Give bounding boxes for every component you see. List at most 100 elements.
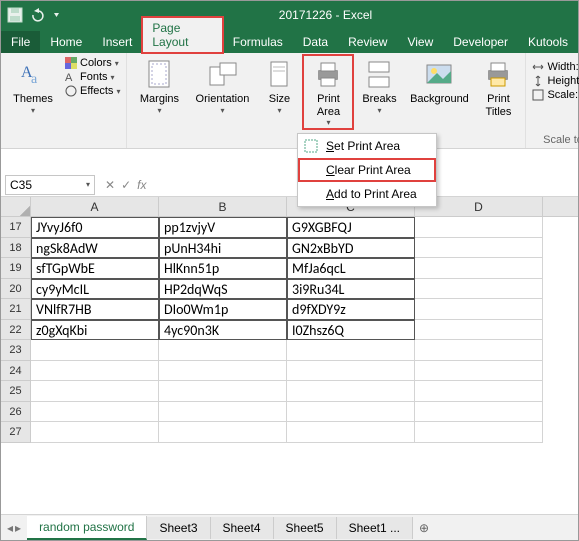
tab-formulas[interactable]: Formulas <box>223 31 293 53</box>
undo-icon[interactable] <box>29 7 45 23</box>
cell[interactable] <box>415 320 543 341</box>
cell[interactable] <box>31 422 159 443</box>
cell[interactable]: pUnH34hi <box>159 238 287 259</box>
row-header[interactable]: 27 <box>1 422 31 443</box>
cell[interactable]: 3i9Ru34L <box>287 279 415 300</box>
tab-page-layout[interactable]: Page Layout <box>142 17 222 53</box>
cell[interactable] <box>159 422 287 443</box>
colors-button[interactable]: Colors▾ <box>65 57 120 69</box>
col-header[interactable]: B <box>159 197 287 216</box>
tab-kutools[interactable]: Kutools <box>518 31 578 53</box>
chevron-down-icon[interactable]: ▾ <box>86 180 90 189</box>
cell[interactable]: G9XGBFQJ <box>287 217 415 238</box>
tab-view[interactable]: View <box>397 31 443 53</box>
tab-review[interactable]: Review <box>338 31 397 53</box>
cell[interactable] <box>415 361 543 382</box>
cell[interactable] <box>287 402 415 423</box>
fonts-button[interactable]: A Fonts▾ <box>65 71 120 83</box>
scale-control[interactable]: Scale: <box>532 89 579 101</box>
name-box[interactable]: C35 ▾ <box>5 175 95 195</box>
cell[interactable] <box>31 381 159 402</box>
row-header[interactable]: 20 <box>1 279 31 300</box>
sheet-tab[interactable]: Sheet3 <box>147 517 210 539</box>
cell[interactable]: 4yc90n3K <box>159 320 287 341</box>
sheet-tab[interactable]: Sheet5 <box>274 517 337 539</box>
cell[interactable] <box>159 340 287 361</box>
themes-button[interactable]: Aa Themes ▾ <box>7 57 59 115</box>
cell[interactable] <box>415 258 543 279</box>
col-header[interactable]: A <box>31 197 159 216</box>
cell[interactable] <box>287 381 415 402</box>
cell[interactable] <box>415 340 543 361</box>
tab-insert[interactable]: Insert <box>92 31 142 53</box>
margins-button[interactable]: Margins▾ <box>133 57 185 127</box>
cell[interactable] <box>287 340 415 361</box>
cell[interactable]: pp1zvjyV <box>159 217 287 238</box>
cell[interactable]: I0Zhsz6Q <box>287 320 415 341</box>
save-icon[interactable] <box>7 7 23 23</box>
row-header[interactable]: 25 <box>1 381 31 402</box>
cell[interactable] <box>415 422 543 443</box>
row-header[interactable]: 17 <box>1 217 31 238</box>
sheet-nav-next-icon[interactable]: ▸ <box>15 521 21 535</box>
menu-clear-print-area[interactable]: Clear Print Area <box>298 158 436 182</box>
redo-dropdown-icon[interactable] <box>51 7 67 23</box>
cell[interactable]: d9fXDY9z <box>287 299 415 320</box>
orientation-button[interactable]: Orientation▾ <box>191 57 253 127</box>
add-sheet-button[interactable]: ⊕ <box>413 521 435 535</box>
cell[interactable] <box>159 381 287 402</box>
row-header[interactable]: 22 <box>1 320 31 341</box>
cell[interactable]: DIo0Wm1p <box>159 299 287 320</box>
background-button[interactable]: Background <box>407 57 471 127</box>
size-button[interactable]: Size▾ <box>259 57 299 127</box>
cell[interactable]: HP2dqWqS <box>159 279 287 300</box>
cell[interactable]: VNlfR7HB <box>31 299 159 320</box>
worksheet-grid[interactable]: A B C D 17JYvyJ6f0pp1zvjyVG9XGBFQJ18ngSk… <box>1 197 578 443</box>
cell[interactable] <box>415 402 543 423</box>
cell[interactable] <box>159 402 287 423</box>
height-control[interactable]: Height: Aut <box>532 75 579 87</box>
cell[interactable] <box>415 279 543 300</box>
cell[interactable]: sfTGpWbE <box>31 258 159 279</box>
cell[interactable]: JYvyJ6f0 <box>31 217 159 238</box>
menu-set-print-area[interactable]: Set Print Area <box>298 134 436 158</box>
cell[interactable]: ngSk8AdW <box>31 238 159 259</box>
sheet-tab[interactable]: Sheet1 ... <box>337 517 413 539</box>
cell[interactable] <box>287 361 415 382</box>
row-header[interactable]: 19 <box>1 258 31 279</box>
sheet-tab[interactable]: random password <box>27 516 147 540</box>
enter-icon[interactable]: ✓ <box>121 178 131 192</box>
cell[interactable] <box>159 361 287 382</box>
row-header[interactable]: 24 <box>1 361 31 382</box>
cancel-icon[interactable]: ✕ <box>105 178 115 192</box>
cell[interactable] <box>415 299 543 320</box>
cell[interactable] <box>31 361 159 382</box>
cell[interactable] <box>31 402 159 423</box>
print-titles-button[interactable]: Print Titles <box>477 57 519 127</box>
row-header[interactable]: 26 <box>1 402 31 423</box>
tab-home[interactable]: Home <box>40 31 92 53</box>
sheet-tab[interactable]: Sheet4 <box>211 517 274 539</box>
sheet-nav-prev-icon[interactable]: ◂ <box>7 521 13 535</box>
cell[interactable]: cy9yMcIL <box>31 279 159 300</box>
cell[interactable] <box>415 238 543 259</box>
cell[interactable] <box>31 340 159 361</box>
cell[interactable]: z0gXqKbi <box>31 320 159 341</box>
width-control[interactable]: Width: Aut <box>532 61 579 73</box>
tab-file[interactable]: File <box>1 31 40 53</box>
cell[interactable]: GN2xBbYD <box>287 238 415 259</box>
cell[interactable]: MfJa6qcL <box>287 258 415 279</box>
effects-button[interactable]: Effects▾ <box>65 85 120 97</box>
select-all-corner[interactable] <box>1 197 31 216</box>
cell[interactable] <box>415 381 543 402</box>
cell[interactable] <box>287 422 415 443</box>
cell[interactable] <box>415 217 543 238</box>
tab-data[interactable]: Data <box>293 31 338 53</box>
fx-icon[interactable]: fx <box>137 178 146 192</box>
tab-developer[interactable]: Developer <box>443 31 518 53</box>
row-header[interactable]: 21 <box>1 299 31 320</box>
print-area-button[interactable]: Print Area▾ <box>305 57 351 127</box>
menu-add-print-area[interactable]: Add to Print Area <box>298 182 436 206</box>
breaks-button[interactable]: Breaks▾ <box>357 57 401 127</box>
cell[interactable]: HlKnn51p <box>159 258 287 279</box>
